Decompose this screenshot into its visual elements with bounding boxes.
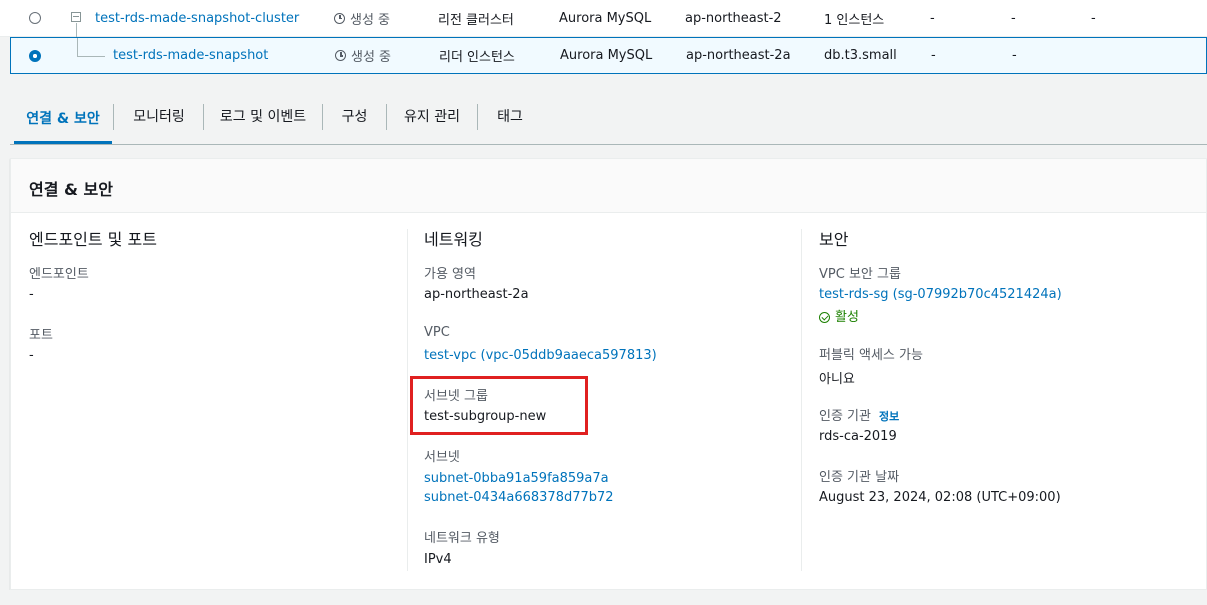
table-cell: - <box>931 48 936 63</box>
networking-title: 네트워킹 <box>424 230 483 249</box>
network-type-value: IPv4 <box>424 552 452 567</box>
engine-cell: Aurora MySQL <box>559 10 652 26</box>
security-title: 보안 <box>819 230 849 249</box>
region-cell: ap-northeast-2a <box>686 48 791 63</box>
vpc-sg-link[interactable]: test-rds-sg (sg-07992b70c4521424a) <box>819 287 1062 302</box>
cluster-id-link[interactable]: test-rds-made-snapshot-cluster <box>95 0 299 36</box>
connectivity-security-panel: 연결 & 보안 엔드포인트 및 포트 엔드포인트 - 포트 - 네트워킹 가용 … <box>10 158 1207 590</box>
row-radio-selected[interactable] <box>29 50 41 62</box>
vpc-sg-label: VPC 보안 그룹 <box>819 267 901 282</box>
tab-logs-events[interactable]: 로그 및 이벤트 <box>204 94 322 138</box>
sg-status-text: 활성 <box>835 310 859 325</box>
ca-info-link[interactable]: 정보 <box>879 410 899 423</box>
tab-connectivity-security[interactable]: 연결 & 보안 <box>14 94 112 144</box>
subnet-link[interactable]: subnet-0bba91a59fa859a7a <box>424 471 609 486</box>
panel-title: 연결 & 보안 <box>29 180 113 199</box>
ca-date-label: 인증 기관 날짜 <box>819 470 900 485</box>
engine-cell: Aurora MySQL <box>560 48 653 63</box>
public-access-label: 퍼블릭 액세스 가능 <box>819 348 923 363</box>
table-cell: - <box>1011 10 1016 26</box>
tab-configuration[interactable]: 구성 <box>323 94 386 138</box>
column-divider <box>407 229 408 571</box>
ca-label: 인증 기관 <box>819 409 871 424</box>
check-circle-icon <box>819 312 830 323</box>
tab-tags[interactable]: 태그 <box>478 94 542 138</box>
tab-maintenance[interactable]: 유지 관리 <box>387 94 477 138</box>
az-label: 가용 영역 <box>424 267 476 282</box>
size-cell: 1 인스턴스 <box>824 12 885 28</box>
ca-date-value: August 23, 2024, 02:08 (UTC+09:00) <box>819 490 1061 505</box>
instance-id-link[interactable]: test-rds-made-snapshot <box>113 38 268 73</box>
status-cell: 생성 중 <box>335 38 391 73</box>
subnet-group-label: 서브넷 그룹 <box>424 389 488 404</box>
panel-header: 연결 & 보안 <box>11 159 1206 213</box>
tab-monitoring[interactable]: 모니터링 <box>114 94 204 138</box>
ca-value: rds-ca-2019 <box>819 429 897 444</box>
subnets-label: 서브넷 <box>424 450 460 465</box>
role-cell: 리더 인스턴스 <box>439 50 515 65</box>
ca-label-row: 인증 기관 정보 <box>819 405 899 424</box>
clock-icon <box>334 12 345 24</box>
sg-status: 활성 <box>819 306 859 325</box>
row-radio[interactable] <box>29 12 41 24</box>
subnet-link[interactable]: subnet-0434a668378d77b72 <box>424 490 614 505</box>
column-divider <box>801 229 802 571</box>
table-row[interactable]: test-rds-made-snapshot-cluster 생성 중 리전 클… <box>0 0 1207 56</box>
port-label: 포트 <box>29 328 53 343</box>
table-cell: - <box>930 10 935 26</box>
subnet-group-value: test-subgroup-new <box>424 409 547 424</box>
table-cell: - <box>1091 10 1096 26</box>
endpoint-label: 엔드포인트 <box>29 267 89 282</box>
status-text: 생성 중 <box>351 50 392 65</box>
clock-icon <box>335 50 346 61</box>
collapse-icon[interactable] <box>71 12 81 22</box>
tree-line <box>77 56 105 57</box>
vpc-link[interactable]: test-vpc (vpc-05ddb9aaeca597813) <box>424 348 657 363</box>
detail-tabs: 연결 & 보안 모니터링 로그 및 이벤트 구성 유지 관리 태그 <box>10 94 1207 145</box>
status-cell: 생성 중 <box>334 0 390 36</box>
role-cell: 리전 클러스터 <box>438 12 514 28</box>
network-type-label: 네트워크 유형 <box>424 531 500 546</box>
az-value: ap-northeast-2a <box>424 287 529 302</box>
table-cell: - <box>1012 48 1017 63</box>
size-cell: db.t3.small <box>824 48 897 63</box>
public-access-value: 아니요 <box>819 372 855 387</box>
tree-line <box>77 38 78 56</box>
table-row-selected[interactable]: test-rds-made-snapshot 생성 중 리더 인스턴스 Auro… <box>10 37 1207 74</box>
endpoint-value: - <box>29 287 34 302</box>
port-value: - <box>29 348 34 363</box>
endpoints-title: 엔드포인트 및 포트 <box>29 230 157 249</box>
region-cell: ap-northeast-2 <box>685 10 782 26</box>
vpc-label: VPC <box>424 325 450 340</box>
page-background <box>0 590 1207 605</box>
status-text: 생성 중 <box>350 12 391 28</box>
